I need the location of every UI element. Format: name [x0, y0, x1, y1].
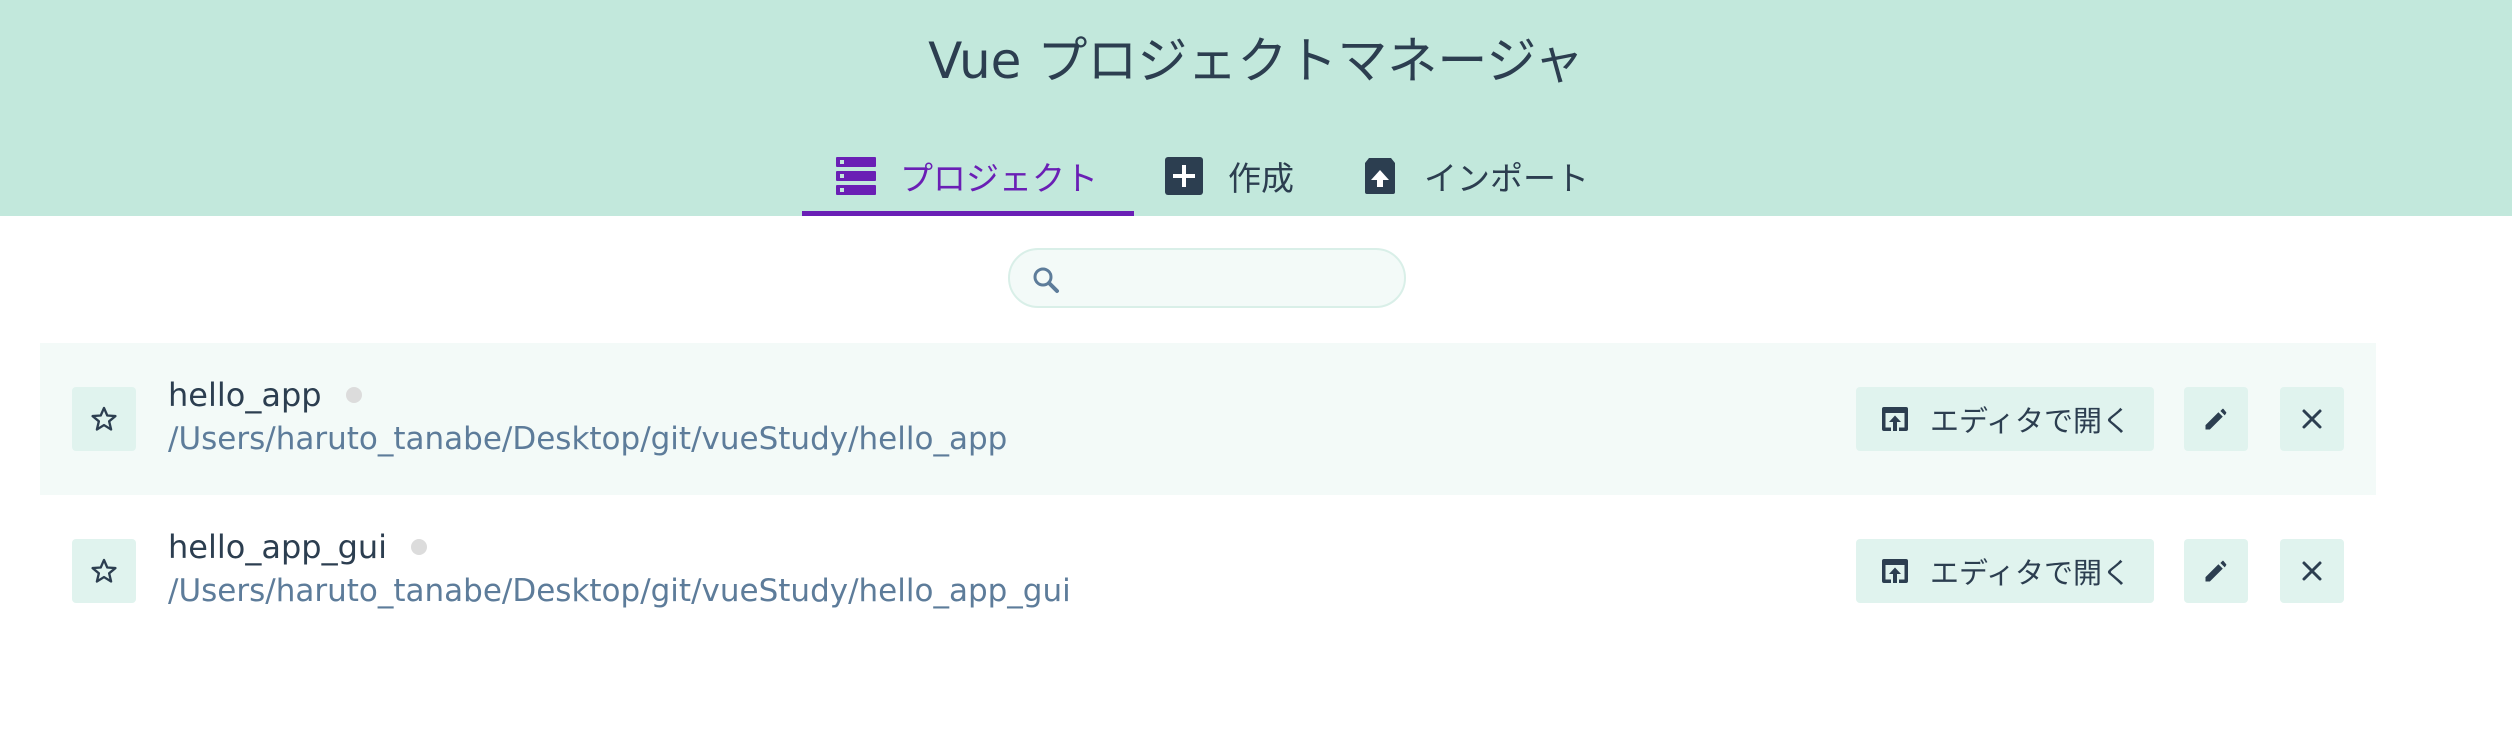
open-in-browser-icon [1880, 556, 1910, 586]
status-dot [345, 387, 362, 403]
project-name-text: hello_app [168, 376, 322, 414]
remove-button[interactable] [2280, 539, 2344, 603]
tab-bar: プロジェクト 作成 インポート [0, 136, 2512, 216]
page-title: Vue プロジェクトマネージャ [928, 32, 1584, 90]
edit-button[interactable] [2184, 539, 2248, 603]
tab-import[interactable]: インポート [1360, 136, 1589, 216]
star-icon [91, 558, 117, 583]
search-box[interactable] [1008, 248, 1406, 308]
tab-import-label: インポート [1424, 159, 1589, 198]
unarchive-icon [1360, 156, 1400, 196]
tab-create[interactable]: 作成 [1164, 136, 1294, 216]
project-path: /Users/haruto_tanabe/Desktop/git/vueStud… [168, 573, 1071, 609]
open-in-editor-label: エディタで開く [1930, 404, 2131, 438]
tab-projects[interactable]: プロジェクト [802, 136, 1134, 216]
open-in-browser-icon [1880, 404, 1910, 434]
pencil-icon [2205, 408, 2227, 430]
close-icon [2302, 561, 2322, 581]
list-icon [836, 156, 876, 196]
search-icon [1032, 266, 1060, 294]
remove-button[interactable] [2280, 387, 2344, 451]
project-path: /Users/haruto_tanabe/Desktop/git/vueStud… [168, 421, 1008, 457]
favorite-button[interactable] [72, 387, 136, 451]
open-in-editor-button[interactable]: エディタで開く [1856, 539, 2154, 603]
project-name: hello_app [168, 375, 362, 415]
header: Vue プロジェクトマネージャ プロジェクト 作成 インポート [0, 0, 2512, 216]
search-input[interactable] [1070, 258, 1394, 300]
edit-button[interactable] [2184, 387, 2248, 451]
project-name-text: hello_app_gui [168, 528, 388, 566]
project-name: hello_app_gui [168, 527, 428, 567]
tab-create-label: 作成 [1228, 159, 1294, 198]
project-row[interactable]: hello_app /Users/haruto_tanabe/Desktop/g… [40, 343, 2376, 495]
tab-projects-label: プロジェクト [900, 159, 1098, 198]
open-in-editor-label: エディタで開く [1930, 556, 2131, 590]
project-row[interactable]: hello_app_gui /Users/haruto_tanabe/Deskt… [40, 495, 2376, 647]
favorite-button[interactable] [72, 539, 136, 603]
status-dot [411, 539, 428, 555]
open-in-editor-button[interactable]: エディタで開く [1856, 387, 2154, 451]
close-icon [2302, 409, 2322, 429]
star-icon [91, 406, 117, 431]
plus-box-icon [1164, 156, 1204, 196]
pencil-icon [2205, 560, 2227, 582]
